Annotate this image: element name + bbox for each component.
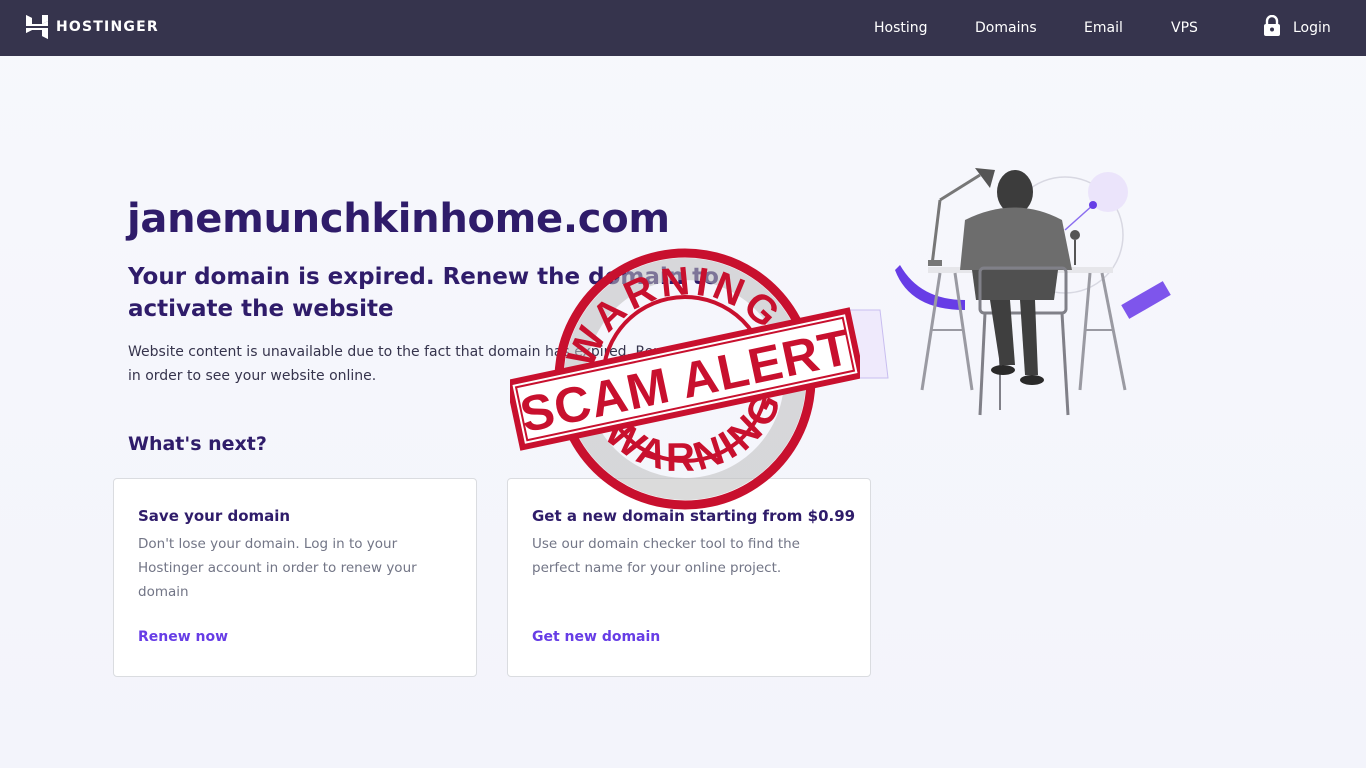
get-new-domain-link[interactable]: Get new domain: [532, 629, 660, 645]
person-at-desk-illustration: [840, 160, 1180, 430]
login-label: Login: [1293, 20, 1331, 36]
card-title: Save your domain: [138, 507, 291, 525]
lock-icon: [1263, 14, 1281, 41]
brand-name: HOSTINGER: [56, 19, 159, 35]
hostinger-logo-icon: [26, 15, 48, 39]
login-button[interactable]: Login: [1263, 0, 1331, 56]
domain-name-title: janemunchkinhome.com: [127, 196, 670, 242]
save-domain-card: Save your domain Don't lose your domain.…: [113, 478, 477, 677]
nav-vps[interactable]: VPS: [1171, 0, 1198, 56]
nav-domains[interactable]: Domains: [975, 0, 1037, 56]
scam-alert-stamp: WARNING WARNING SCAM ALERT: [505, 237, 865, 510]
renew-now-link[interactable]: Renew now: [138, 629, 228, 645]
hostinger-logo[interactable]: HOSTINGER: [26, 15, 159, 39]
nav-email[interactable]: Email: [1084, 0, 1123, 56]
top-navigation-bar: HOSTINGER Hosting Domains Email VPS Logi…: [0, 0, 1366, 56]
card-text: Use our domain checker tool to find the …: [532, 536, 800, 576]
nav-hosting[interactable]: Hosting: [874, 0, 928, 56]
card-text: Don't lose your domain. Log in to your H…: [138, 536, 417, 600]
whats-next-heading: What's next?: [128, 433, 267, 455]
